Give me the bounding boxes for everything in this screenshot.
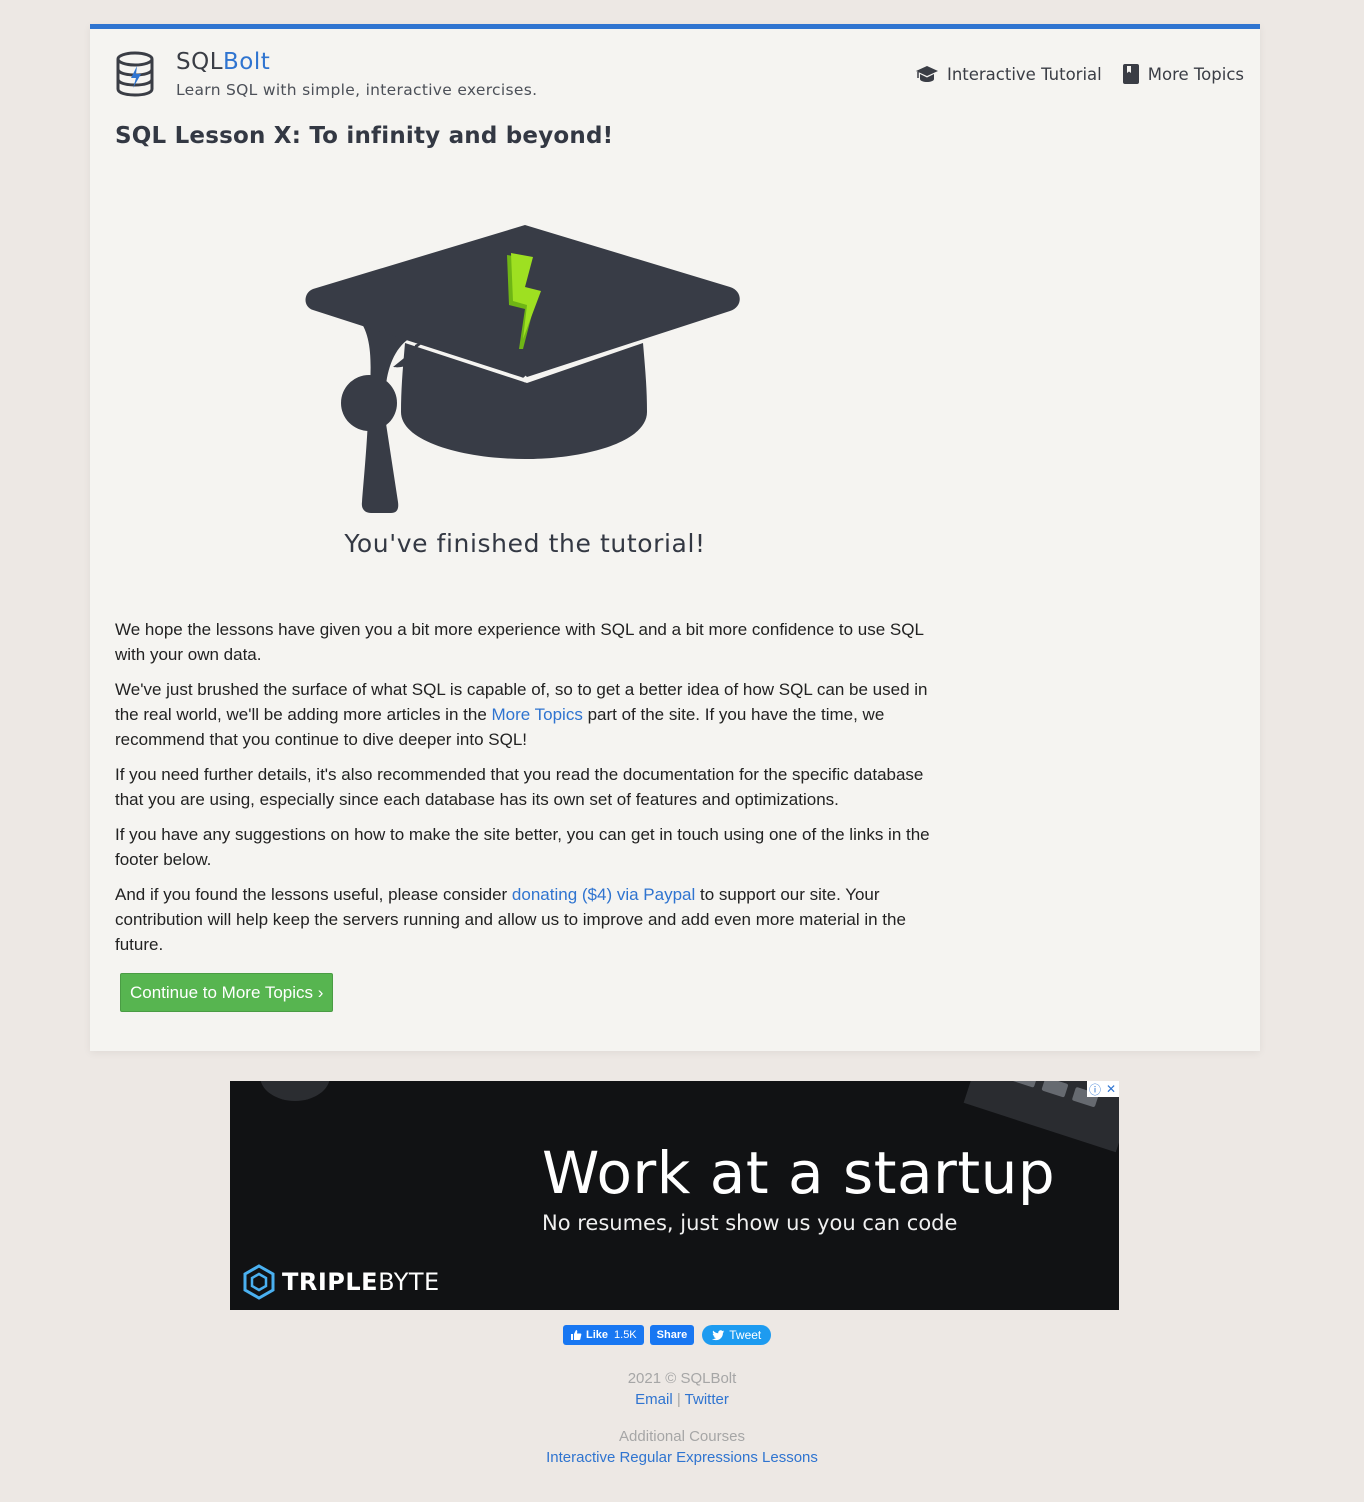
ad-mouse-graphic bbox=[260, 1081, 330, 1101]
top-nav: Interactive Tutorial More Topics bbox=[915, 63, 1244, 85]
continue-to-more-topics-button[interactable]: Continue to More Topics › bbox=[120, 973, 334, 1012]
book-icon bbox=[1122, 64, 1139, 84]
graduation-cap-illustration-icon bbox=[305, 225, 740, 513]
ad-headline: Work at a startup bbox=[542, 1139, 1056, 1207]
ad-controls: ⓘ ✕ bbox=[1087, 1081, 1119, 1097]
advertisement-banner[interactable]: Work at a startup No resumes, just show … bbox=[230, 1081, 1119, 1310]
lesson-content: We hope the lessons have given you a bit… bbox=[115, 617, 945, 967]
ad-logo-text: TRIPLEBYTE bbox=[282, 1268, 440, 1296]
facebook-like-button[interactable]: Like 1.5K bbox=[563, 1325, 644, 1345]
footer-copyright: 2021 © SQLBolt bbox=[0, 1370, 1364, 1387]
paragraph-1: We hope the lessons have given you a bit… bbox=[115, 620, 924, 664]
copyright-text: 2021 © SQLBolt bbox=[627, 1370, 737, 1387]
ad-info-icon[interactable]: ⓘ bbox=[1087, 1081, 1103, 1097]
site-brand[interactable]: SQLBolt bbox=[176, 49, 270, 75]
paragraph-2: We've just brushed the surface of what S… bbox=[115, 677, 945, 752]
footer-email-link[interactable]: Email bbox=[635, 1391, 673, 1408]
ad-logo-bold: TRIPLE bbox=[282, 1268, 379, 1296]
donate-paypal-link[interactable]: donating ($4) via Paypal bbox=[512, 885, 695, 904]
finished-message: You've finished the tutorial! bbox=[344, 529, 706, 558]
graduation-cap-icon bbox=[915, 66, 938, 82]
facebook-share-button[interactable]: Share bbox=[649, 1325, 695, 1345]
brand-sql: SQL bbox=[176, 49, 224, 75]
ad-logo-light: BYTE bbox=[378, 1268, 440, 1296]
regex-lessons-link[interactable]: Interactive Regular Expressions Lessons bbox=[546, 1449, 818, 1466]
thumbs-up-icon bbox=[571, 1330, 582, 1340]
ad-logo: TRIPLEBYTE bbox=[242, 1264, 440, 1300]
paragraph-4: If you have any suggestions on how to ma… bbox=[115, 825, 930, 869]
ad-subline: No resumes, just show us you can code bbox=[542, 1211, 958, 1235]
paragraph-3: If you need further details, it's also r… bbox=[115, 765, 924, 809]
site-tagline: Learn SQL with simple, interactive exerc… bbox=[176, 81, 538, 99]
more-topics-link[interactable]: More Topics bbox=[492, 705, 583, 724]
brand-bolt: Bolt bbox=[223, 49, 271, 75]
footer-regex-course: Interactive Regular Expressions Lessons bbox=[0, 1449, 1364, 1466]
ad-close-icon[interactable]: ✕ bbox=[1103, 1081, 1119, 1097]
footer-additional-courses: Additional Courses bbox=[0, 1428, 1364, 1445]
twitter-bird-icon bbox=[712, 1329, 725, 1340]
tweet-button[interactable]: Tweet bbox=[702, 1325, 772, 1345]
nav-interactive-tutorial[interactable]: Interactive Tutorial bbox=[915, 64, 1102, 84]
like-count: 1.5K bbox=[614, 1329, 637, 1341]
social-buttons: Like 1.5K Share Tweet bbox=[563, 1325, 772, 1345]
tweet-label: Tweet bbox=[729, 1328, 762, 1342]
nav-interactive-tutorial-label: Interactive Tutorial bbox=[946, 64, 1102, 84]
footer-contact-links: Email | Twitter bbox=[0, 1391, 1364, 1408]
footer-separator: | bbox=[676, 1391, 681, 1408]
database-bolt-logo-icon[interactable] bbox=[115, 51, 155, 97]
paragraph-5-text-a: And if you found the lessons useful, ple… bbox=[115, 885, 512, 904]
lesson-title: SQL Lesson X: To infinity and beyond! bbox=[115, 123, 614, 149]
nav-more-topics[interactable]: More Topics bbox=[1122, 63, 1244, 85]
paragraph-5: And if you found the lessons useful, ple… bbox=[115, 882, 945, 957]
footer-twitter-link[interactable]: Twitter bbox=[685, 1391, 729, 1408]
hexagon-logo-icon bbox=[243, 1264, 275, 1300]
nav-more-topics-label: More Topics bbox=[1147, 64, 1244, 84]
like-label: Like bbox=[586, 1329, 609, 1341]
main-card: SQLBolt Learn SQL with simple, interacti… bbox=[90, 24, 1260, 1051]
additional-courses-label: Additional Courses bbox=[619, 1428, 745, 1445]
